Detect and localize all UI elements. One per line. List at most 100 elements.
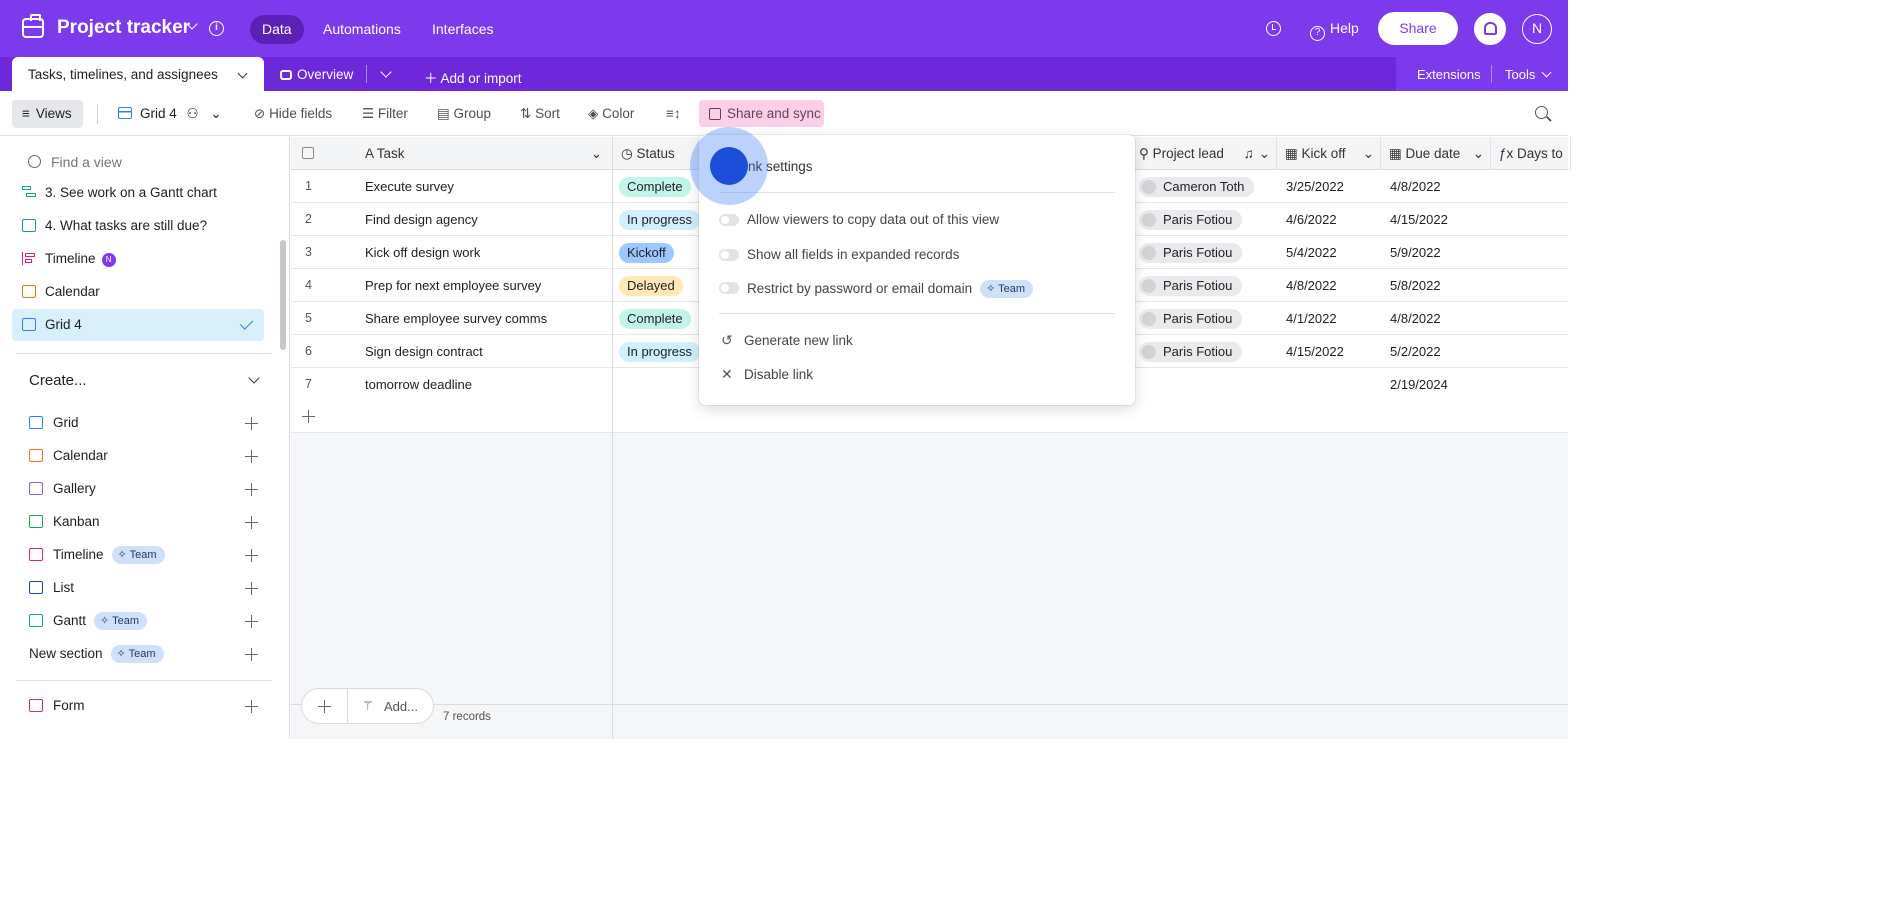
plus-icon[interactable]: [245, 483, 258, 496]
create-new-section[interactable]: New section Team: [29, 644, 164, 664]
nav-tab-automations[interactable]: Automations: [311, 15, 413, 44]
color-button[interactable]: ◈ Color: [588, 106, 634, 122]
column-header-days-to[interactable]: ƒx Days to: [1491, 137, 1571, 170]
chevron-down-icon[interactable]: ⌄: [1473, 137, 1484, 171]
group-button[interactable]: ▤ Group: [437, 106, 491, 122]
sidebar-view-grid-4[interactable]: Grid 4: [12, 309, 264, 341]
column-header-task[interactable]: A Task ⌄: [357, 137, 613, 170]
share-and-sync-button[interactable]: Share and sync: [699, 100, 824, 127]
grid-icon: [22, 318, 36, 331]
due-date-cell: 5/2/2022: [1390, 344, 1441, 359]
plus-icon[interactable]: [302, 410, 315, 423]
create-section-header[interactable]: Create...: [29, 372, 87, 389]
plus-icon[interactable]: [245, 615, 258, 628]
due-date-cell: 5/8/2022: [1390, 278, 1441, 293]
add-or-import-button[interactable]: ＋ Add or import: [424, 67, 522, 87]
row-number: 1: [305, 179, 312, 193]
timeline-icon: [29, 548, 43, 561]
tab-label: Tasks, timelines, and assignees: [28, 67, 218, 82]
calendar-icon: [29, 449, 43, 462]
overview-icon: [280, 70, 292, 80]
tab-overview[interactable]: Overview: [280, 67, 353, 82]
footer-divider: [347, 689, 348, 723]
sidebar-view-calendar[interactable]: Calendar: [12, 276, 264, 308]
plus-icon[interactable]: [318, 700, 331, 713]
chevron-down-icon[interactable]: [237, 68, 248, 79]
generate-new-link-button[interactable]: Generate new link: [744, 333, 853, 348]
tab-divider: [366, 65, 367, 83]
column-header-kick-off[interactable]: ▦ Kick off ⌄: [1277, 137, 1381, 170]
create-grid[interactable]: Grid: [29, 413, 79, 433]
sort-button[interactable]: ⇅ Sort: [520, 106, 560, 122]
sidebar-view-timeline[interactable]: Timeline N: [12, 243, 264, 275]
list-icon: [29, 581, 43, 594]
sidebar-view-gantt[interactable]: 3. See work on a Gantt chart: [12, 177, 264, 209]
chevron-down-icon[interactable]: ⌄: [1259, 137, 1270, 171]
create-form[interactable]: Form: [29, 696, 85, 716]
column-label: Kick off: [1301, 146, 1346, 161]
nav-tab-interfaces[interactable]: Interfaces: [420, 15, 505, 44]
search-icon[interactable]: [1535, 106, 1548, 119]
chevron-down-icon[interactable]: ⌄: [1363, 137, 1374, 171]
magic-wand-icon[interactable]: ⚚: [362, 698, 374, 714]
create-gallery[interactable]: Gallery: [29, 479, 96, 499]
column-label: Project lead: [1152, 146, 1224, 161]
column-label: Days to: [1517, 146, 1563, 161]
tools-label: Tools: [1505, 67, 1536, 82]
sidebar-scrollbar[interactable]: [280, 240, 286, 350]
column-header-due-date[interactable]: ▦ Due date ⌄: [1381, 137, 1491, 170]
bell-icon[interactable]: ♫: [1244, 137, 1254, 171]
create-list[interactable]: List: [29, 578, 74, 598]
share-button[interactable]: Share: [1378, 12, 1458, 45]
create-calendar[interactable]: Calendar: [29, 446, 108, 466]
plus-icon[interactable]: [245, 516, 258, 529]
plus-icon[interactable]: [245, 450, 258, 463]
views-button[interactable]: Views: [12, 100, 83, 128]
toggle-restrict-password[interactable]: [719, 282, 739, 294]
gantt-icon: [22, 186, 36, 199]
create-kanban[interactable]: Kanban: [29, 512, 100, 532]
extensions-button[interactable]: Extensions: [1417, 67, 1481, 82]
filter-button[interactable]: ☰ Filter: [362, 106, 408, 122]
timeline-icon: [22, 252, 36, 265]
create-gantt[interactable]: Gantt Team: [29, 611, 148, 631]
select-all-checkbox[interactable]: [302, 147, 314, 159]
create-timeline[interactable]: Timeline Team: [29, 545, 165, 565]
column-header-project-lead[interactable]: ⚲ Project lead ♫ ⌄: [1131, 137, 1277, 170]
disable-link-button[interactable]: Disable link: [744, 367, 813, 382]
project-lead-chip: Paris Fotiou: [1139, 342, 1243, 362]
toggle-label: Show all fields in expanded records: [747, 247, 960, 262]
row-number: 3: [305, 245, 312, 259]
popover-divider: [719, 192, 1115, 193]
create-label: Gallery: [53, 481, 96, 496]
add-button-label[interactable]: Add...: [384, 699, 418, 714]
nav-tab-data[interactable]: Data: [250, 15, 304, 44]
toggle-show-all-fields[interactable]: [719, 249, 739, 261]
view-switcher[interactable]: Grid 4 ⚇ ⌄: [118, 106, 222, 122]
find-view-input[interactable]: Find a view: [28, 154, 122, 170]
chevron-down-icon[interactable]: [248, 372, 260, 384]
sidebar-view-tasks-still-due[interactable]: 4. What tasks are still due?: [12, 210, 264, 242]
bell-icon: [1484, 22, 1497, 35]
plus-icon[interactable]: [245, 582, 258, 595]
user-avatar[interactable]: N: [1522, 14, 1552, 44]
history-icon[interactable]: [1266, 21, 1281, 36]
plus-icon[interactable]: [245, 417, 258, 430]
toggle-allow-copy[interactable]: [719, 214, 739, 226]
team-badge: Team: [111, 546, 165, 564]
plus-icon[interactable]: [245, 648, 258, 661]
tools-button[interactable]: Tools: [1505, 67, 1552, 82]
notifications-button[interactable]: [1474, 13, 1506, 45]
tab-overview-label: Overview: [297, 67, 354, 82]
app-title[interactable]: Project tracker: [57, 17, 190, 39]
help-button[interactable]: ? Help: [1310, 20, 1359, 41]
row-height-icon[interactable]: ≡↕: [666, 106, 681, 121]
hide-fields-button[interactable]: ⊘ Hide fields: [254, 106, 332, 122]
kick-off-cell: 5/4/2022: [1286, 245, 1337, 260]
info-icon[interactable]: i: [209, 21, 224, 36]
tab-divider: [1491, 65, 1492, 83]
plus-icon[interactable]: [245, 549, 258, 562]
plus-icon[interactable]: [245, 700, 258, 713]
chevron-down-icon[interactable]: ⌄: [591, 137, 602, 171]
tab-tasks-timelines-assignees[interactable]: Tasks, timelines, and assignees: [12, 57, 264, 91]
